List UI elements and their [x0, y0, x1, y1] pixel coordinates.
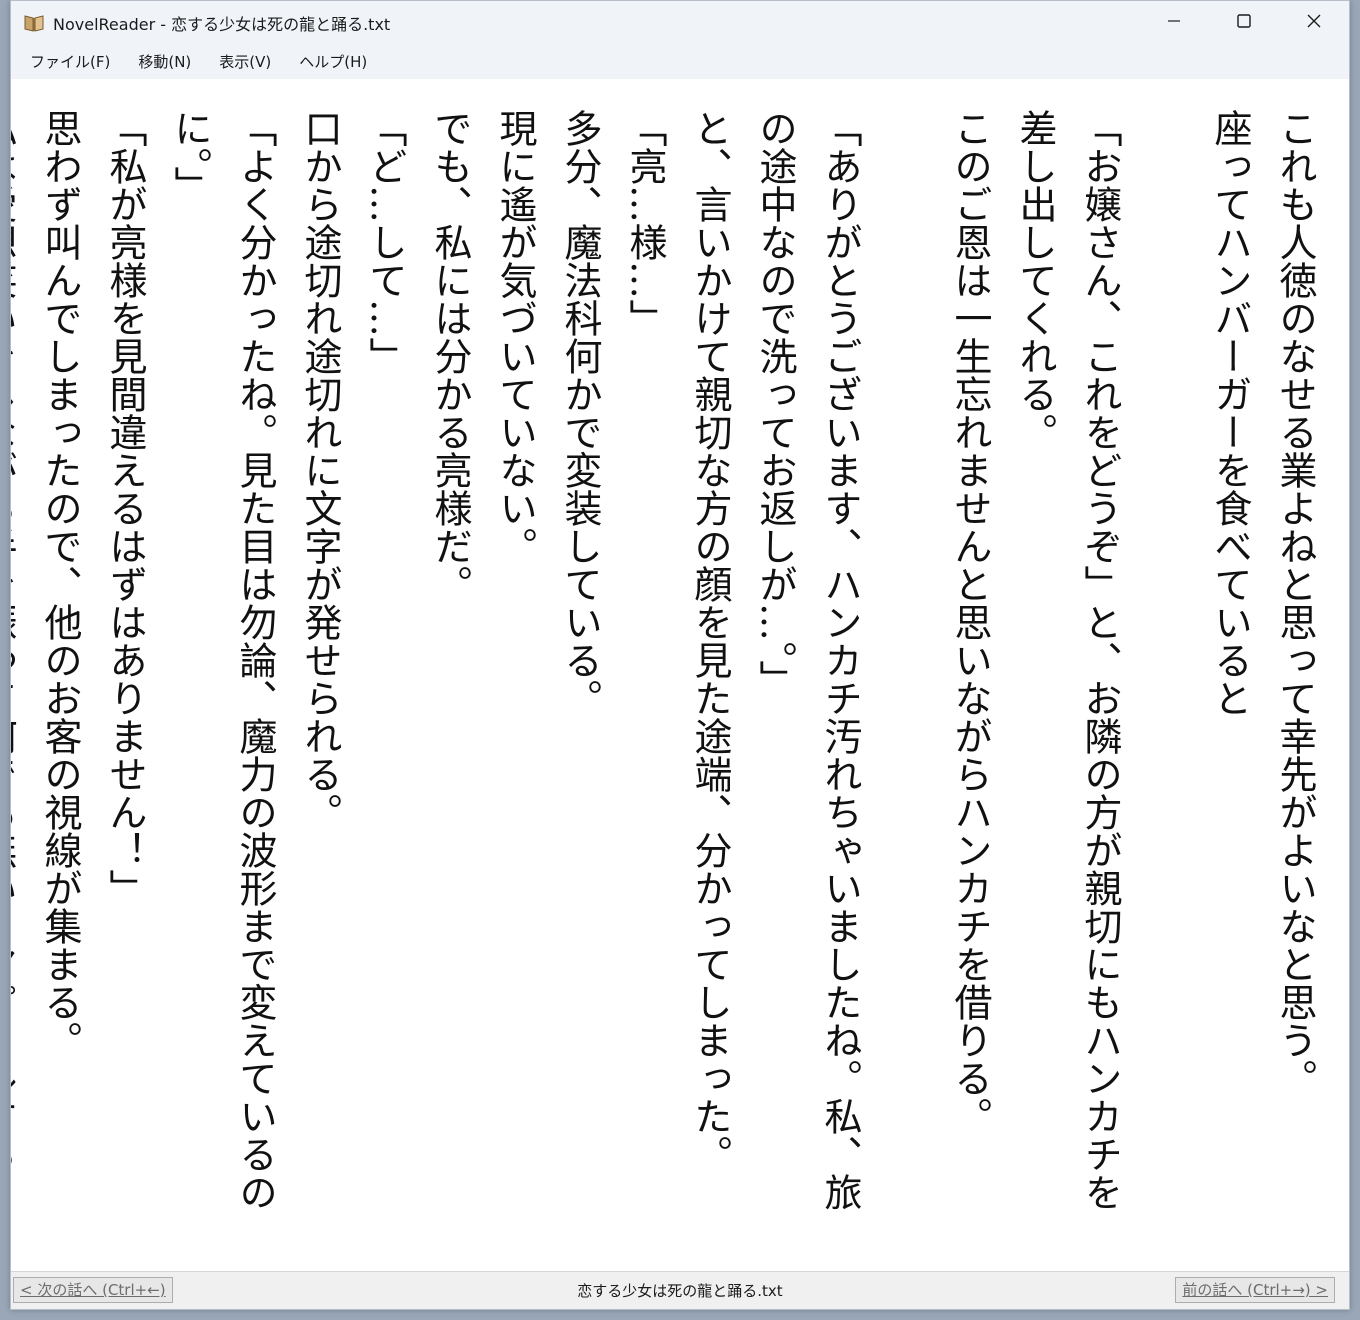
novel-text: これも人徳のなせる業よねと思って幸先がよいなと思う。 座ってハンバーガーを食べて…	[11, 109, 1327, 1273]
novel-line: 差し出してくれる。	[1013, 109, 1057, 451]
app-window: NovelReader - 恋する少女は死の龍と踊る.txt ファイル(F) 移…	[10, 0, 1350, 1310]
novel-line: 「お嬢さん、これをどうぞ」と、お隣の方が親切にもハンカチを	[1078, 109, 1122, 1211]
novel-line: 「よく分かったね。見た目は勿論、魔力の波形まで変えているの	[233, 109, 277, 1211]
maximize-button[interactable]	[1209, 1, 1279, 45]
novel-line: 「ありがとうございます、ハンカチ汚れちゃいましたね。私、旅	[818, 109, 862, 1211]
novel-line: 現に遙が気づいていない。	[493, 109, 537, 565]
window-title: NovelReader - 恋する少女は死の龍と踊る.txt	[53, 15, 391, 34]
previous-episode-button[interactable]: 前の話へ (Ctrl+→) >	[1175, 1277, 1335, 1303]
novel-line: 座ってハンバーガーを食べていると	[1208, 109, 1252, 717]
novel-line: 口から途切れ途切れに文字が発せられる。	[298, 109, 342, 831]
novel-content-area[interactable]: これも人徳のなせる業よねと思って幸先がよいなと思う。 座ってハンバーガーを食べて…	[11, 79, 1349, 1273]
menu-bar: ファイル(F) 移動(N) 表示(V) ヘルプ(H)	[11, 45, 1349, 79]
status-file-name: 恋する少女は死の龍と踊る.txt	[577, 1282, 783, 1300]
novel-line: でも、私には分かる亮様だ。	[428, 109, 472, 603]
menu-file[interactable]: ファイル(F)	[16, 45, 124, 79]
novel-line: 多分、魔法科何かで変装している。	[558, 109, 602, 717]
novel-line: 「ど…して…」	[363, 109, 407, 375]
novel-line: このご恩は一生忘れませんと思いながらハンカチを借りる。	[948, 109, 992, 1135]
novel-line: 「亮…様…」	[623, 109, 667, 337]
book-icon	[23, 12, 45, 34]
novel-line	[872, 109, 937, 1273]
minimize-icon	[1166, 13, 1182, 33]
close-icon	[1306, 13, 1322, 33]
close-button[interactable]	[1279, 1, 1349, 45]
menu-navigate[interactable]: 移動(N)	[124, 45, 205, 79]
novel-line: に。」	[168, 109, 212, 204]
novel-line: 思わず叫んでしまったので、他のお客の視線が集まる。	[38, 109, 82, 1059]
status-bar: < 次の話へ (Ctrl+←) 恋する少女は死の龍と踊る.txt 前の話へ (C…	[11, 1271, 1349, 1309]
title-bar[interactable]: NovelReader - 恋する少女は死の龍と踊る.txt	[11, 1, 1349, 45]
menu-help[interactable]: ヘルプ(H)	[285, 45, 381, 79]
maximize-icon	[1236, 13, 1252, 33]
novel-line: と、言いかけて親切な方の顔を見た途端、分かってしまった。	[688, 109, 732, 1173]
menu-view[interactable]: 表示(V)	[205, 45, 285, 79]
novel-line: これも人徳のなせる業よねと思って幸先がよいなと思う。	[1273, 109, 1317, 1097]
novel-line: 私は愛想笑いをしながら手を振って何でも無いとアピールする	[11, 109, 17, 1173]
novel-line: 「私が亮様を見間違えるはずはありません！」	[103, 109, 147, 907]
novel-line: の途中なので洗ってお返しが…。」	[753, 109, 797, 698]
window-controls	[1139, 1, 1349, 45]
minimize-button[interactable]	[1139, 1, 1209, 45]
novel-line	[1132, 109, 1197, 1273]
